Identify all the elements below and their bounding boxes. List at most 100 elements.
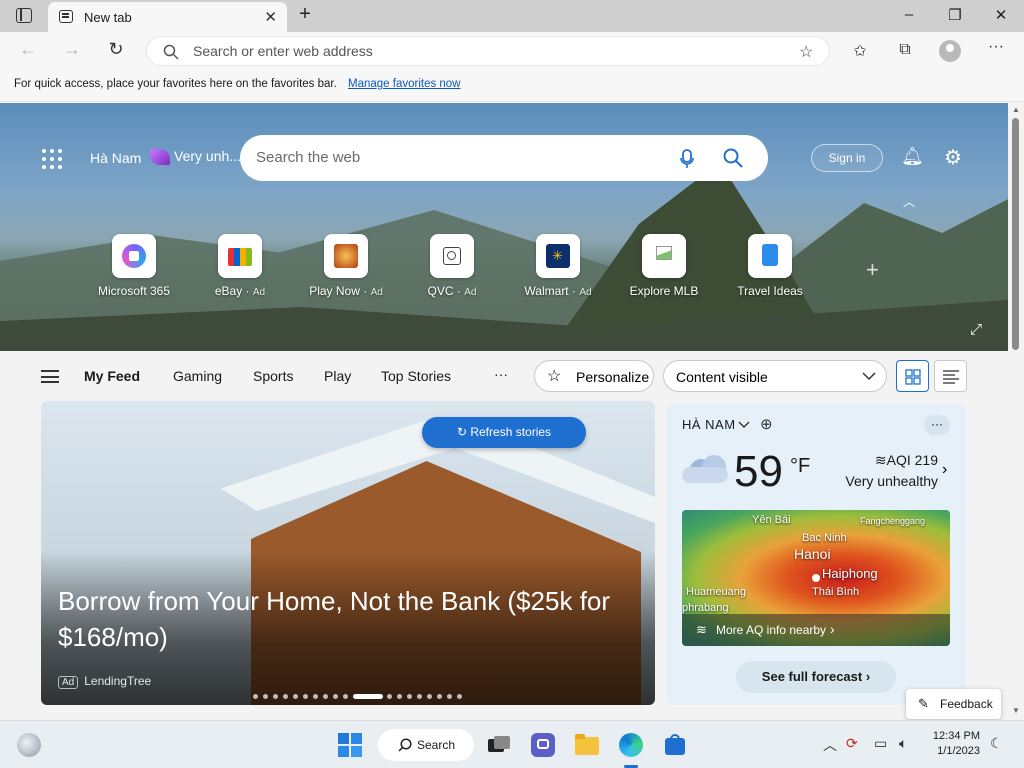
edge-browser-icon[interactable] xyxy=(619,733,643,757)
app-launcher-icon[interactable] xyxy=(42,149,62,169)
tab-actions-icon[interactable] xyxy=(16,8,32,23)
tile-microsoft-365[interactable]: Microsoft 365 xyxy=(84,234,184,298)
tab-top-stories[interactable]: Top Stories xyxy=(381,368,451,384)
chevron-right-icon[interactable]: › xyxy=(942,461,947,479)
close-tab-icon[interactable]: ✕ xyxy=(264,8,277,26)
weather-widget-icon[interactable] xyxy=(17,733,41,757)
carousel-dot[interactable] xyxy=(343,694,348,699)
tile-walmart[interactable]: ✳ Walmart · Ad xyxy=(508,234,608,298)
favorites-icon[interactable]: ✩ xyxy=(849,41,871,61)
carousel-dot[interactable] xyxy=(263,694,268,699)
more-aq-info-link[interactable]: ≋ More AQ info nearby › xyxy=(682,614,950,646)
profile-avatar[interactable] xyxy=(939,40,961,62)
more-tabs-button[interactable]: ··· xyxy=(494,366,508,382)
add-favorite-icon[interactable]: ☆ xyxy=(799,42,813,62)
location-label[interactable]: Hà Nam xyxy=(90,150,141,166)
carousel-dot[interactable] xyxy=(333,694,338,699)
file-explorer-icon[interactable] xyxy=(575,733,599,757)
carousel-dot[interactable] xyxy=(283,694,288,699)
tab-sports[interactable]: Sports xyxy=(253,368,293,384)
sign-in-button[interactable]: Sign in xyxy=(811,144,883,172)
carousel-dot[interactable] xyxy=(427,694,432,699)
tile-ebay[interactable]: eBay · Ad xyxy=(190,234,290,298)
carousel-dot[interactable] xyxy=(457,694,462,699)
scrollbar-thumb[interactable] xyxy=(1012,118,1019,350)
carousel-dot[interactable] xyxy=(417,694,422,699)
manage-favorites-link[interactable]: Manage favorites now xyxy=(348,78,461,90)
microphone-icon[interactable] xyxy=(680,149,694,169)
temperature-unit[interactable]: °F xyxy=(790,455,810,478)
scroll-down-arrow[interactable]: ▼ xyxy=(1012,706,1020,715)
tile-explore-mlb[interactable]: Explore MLB xyxy=(614,234,714,298)
carousel-dot[interactable] xyxy=(273,694,278,699)
tab-new-tab[interactable]: New tab ✕ xyxy=(48,2,287,32)
forward-button[interactable]: → xyxy=(60,39,84,60)
start-button[interactable] xyxy=(338,733,362,757)
vertical-scrollbar[interactable]: ▲ ▼ xyxy=(1008,103,1024,720)
page-settings-gear-icon[interactable]: ⚙ xyxy=(944,145,962,170)
air-quality-summary[interactable]: Very unh... xyxy=(174,148,241,164)
carousel-dot[interactable] xyxy=(407,694,412,699)
tile-travel-ideas[interactable]: Travel Ideas xyxy=(720,234,820,298)
weather-city[interactable]: HÀ NAM xyxy=(682,417,736,432)
see-full-forecast-button[interactable]: See full forecast › xyxy=(736,661,896,693)
address-bar[interactable]: Search or enter web address ☆ xyxy=(146,36,830,66)
carousel-dot[interactable] xyxy=(387,694,392,699)
microsoft-store-icon[interactable] xyxy=(663,733,687,757)
globe-icon[interactable]: ⊕ xyxy=(760,415,773,433)
menu-hamburger-icon[interactable] xyxy=(41,370,59,383)
story-headline[interactable]: Borrow from Your Home, Not the Bank ($25… xyxy=(58,583,648,655)
chevron-right-icon: › xyxy=(830,621,835,637)
notification-moon-icon[interactable]: ☾ xyxy=(990,735,1003,752)
feedback-button[interactable]: ✎ Feedback xyxy=(906,689,1001,719)
tab-gaming[interactable]: Gaming xyxy=(173,368,222,384)
task-view-icon[interactable] xyxy=(486,733,510,757)
carousel-dot[interactable] xyxy=(447,694,452,699)
settings-more-icon[interactable]: ··· xyxy=(985,38,1007,56)
tile-play-now[interactable]: Play Now · Ad xyxy=(296,234,396,298)
personalize-button[interactable]: ☆ Personalize xyxy=(534,360,654,392)
carousel-dot[interactable] xyxy=(437,694,442,699)
system-clock[interactable]: 12:34 PM 1/1/2023 xyxy=(926,729,980,759)
grid-view-button[interactable] xyxy=(896,360,929,392)
notifications-bell-icon[interactable]: 🔔︎ xyxy=(901,146,924,167)
restore-button[interactable]: ❐ xyxy=(945,6,965,24)
air-quality-map[interactable]: Yên Bái Bac Ninh Fangchenggang Hanoi Hai… xyxy=(682,510,950,646)
teams-chat-icon[interactable] xyxy=(531,733,555,757)
refresh-stories-button[interactable]: ↻ Refresh stories xyxy=(422,417,586,448)
carousel-dot[interactable] xyxy=(397,694,402,699)
weather-more-button[interactable]: ··· xyxy=(924,415,950,435)
add-site-plus-icon[interactable]: + xyxy=(866,257,879,283)
carousel-dot[interactable] xyxy=(253,694,258,699)
display-icon[interactable]: ▭ xyxy=(874,735,887,752)
refresh-button[interactable]: ↻ xyxy=(104,39,128,60)
web-search-input[interactable]: Search the web xyxy=(256,149,360,166)
network-sync-icon[interactable]: ⟳ xyxy=(846,735,858,752)
collections-icon[interactable]: ⧉ xyxy=(894,41,916,59)
carousel-dot[interactable] xyxy=(353,694,383,699)
address-input[interactable]: Search or enter web address xyxy=(193,43,373,59)
collapse-chevron-up-icon[interactable]: ︿ xyxy=(903,193,915,210)
carousel-dot[interactable] xyxy=(323,694,328,699)
aqi-value[interactable]: ≋AQI 219 xyxy=(875,452,938,469)
minimize-button[interactable]: – xyxy=(899,6,919,23)
taskbar-search[interactable]: Search xyxy=(378,729,474,761)
chevron-down-icon[interactable] xyxy=(738,421,750,429)
tile-qvc[interactable]: QVC · Ad xyxy=(402,234,502,298)
list-view-button[interactable] xyxy=(934,360,967,392)
tab-my-feed[interactable]: My Feed xyxy=(84,368,140,384)
close-window-button[interactable]: ✕ xyxy=(991,6,1011,24)
tab-play[interactable]: Play xyxy=(324,368,351,384)
web-search-box[interactable]: Search the web xyxy=(240,135,768,181)
carousel-dot[interactable] xyxy=(293,694,298,699)
show-hidden-icons-chevron[interactable]: ︿ xyxy=(823,735,837,755)
volume-icon[interactable]: 🔈︎ xyxy=(899,735,907,752)
carousel-dot[interactable] xyxy=(313,694,318,699)
back-button[interactable]: ← xyxy=(16,39,40,60)
scroll-up-arrow[interactable]: ▲ xyxy=(1012,105,1020,114)
search-icon[interactable] xyxy=(723,148,743,168)
content-visibility-dropdown[interactable]: Content visible xyxy=(663,360,887,392)
new-tab-button[interactable]: + xyxy=(295,3,315,26)
carousel-dot[interactable] xyxy=(303,694,308,699)
expand-background-icon[interactable]: ⤢ xyxy=(970,321,982,338)
